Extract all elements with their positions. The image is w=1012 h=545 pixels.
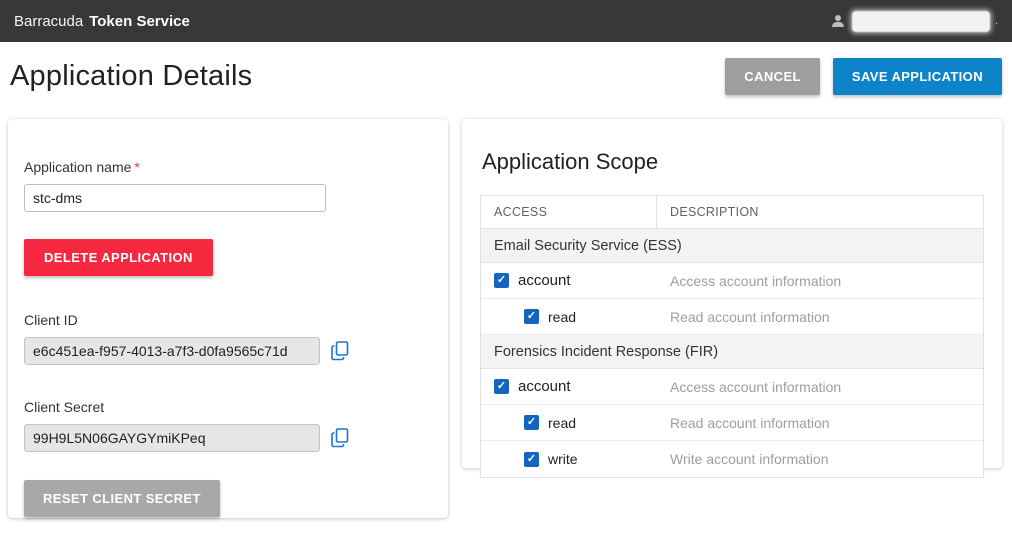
- scope-row-description: Access account information: [657, 273, 983, 289]
- scope-row-label: read: [548, 309, 576, 325]
- ess-read-checkbox[interactable]: [524, 309, 539, 324]
- page-title: Application Details: [10, 60, 252, 93]
- scope-row-fir-read: read Read account information: [481, 405, 983, 441]
- scope-row-description: Read account information: [657, 309, 983, 325]
- scope-row-access-cell: read: [481, 309, 657, 325]
- ess-account-checkbox[interactable]: [494, 273, 509, 288]
- cancel-button[interactable]: CANCEL: [725, 58, 820, 95]
- scope-row-description: Write account information: [657, 451, 983, 467]
- topbar-trailing-char: .: [995, 15, 998, 27]
- scope-row-ess-account: account Access account information: [481, 263, 983, 299]
- topbar: Barracuda Token Service .: [0, 0, 1012, 42]
- scope-row-access-cell: account: [481, 272, 657, 289]
- scope-row-label: write: [548, 451, 578, 467]
- scope-row-ess-read: read Read account information: [481, 299, 983, 335]
- client-secret-value: 99H9L5N06GAYGYmiKPeq: [24, 424, 320, 452]
- scope-group-fir: Forensics Incident Response (FIR): [481, 335, 983, 369]
- client-id-row: e6c451ea-f957-4013-a7f3-d0fa9565c71d: [24, 337, 432, 365]
- scope-row-description: Access account information: [657, 379, 983, 395]
- client-id-value: e6c451ea-f957-4013-a7f3-d0fa9565c71d: [24, 337, 320, 365]
- scope-row-fir-write: write Write account information: [481, 441, 983, 477]
- fir-account-checkbox[interactable]: [494, 379, 509, 394]
- copy-client-secret-icon[interactable]: [331, 428, 349, 448]
- header-actions: CANCEL SAVE APPLICATION: [725, 58, 1002, 95]
- application-name-label-text: Application name: [24, 159, 131, 175]
- application-name-input[interactable]: [24, 184, 326, 212]
- scope-row-label: read: [548, 415, 576, 431]
- scope-row-label: account: [518, 272, 571, 289]
- delete-application-button[interactable]: DELETE APPLICATION: [24, 239, 213, 276]
- reset-client-secret-button[interactable]: RESET CLIENT SECRET: [24, 480, 220, 517]
- user-name-redacted: [852, 11, 990, 32]
- scope-row-access-cell: write: [481, 451, 657, 467]
- save-application-button[interactable]: SAVE APPLICATION: [833, 58, 1002, 95]
- page-header: Application Details CANCEL SAVE APPLICAT…: [10, 58, 1002, 95]
- client-secret-label: Client Secret: [24, 399, 432, 415]
- user-menu[interactable]: .: [829, 11, 998, 32]
- scope-group-ess: Email Security Service (ESS): [481, 229, 983, 263]
- column-header-access: ACCESS: [481, 196, 657, 228]
- scope-table-header: ACCESS DESCRIPTION: [481, 196, 983, 229]
- application-scope-title: Application Scope: [482, 149, 984, 175]
- product-name: Token Service: [89, 13, 190, 30]
- scope-table: ACCESS DESCRIPTION Email Security Servic…: [480, 195, 984, 478]
- fir-write-checkbox[interactable]: [524, 452, 539, 467]
- copy-client-id-icon[interactable]: [331, 341, 349, 361]
- application-scope-card: Application Scope ACCESS DESCRIPTION Ema…: [462, 119, 1002, 468]
- person-icon: [829, 12, 847, 30]
- brand-name: Barracuda: [14, 13, 83, 30]
- scope-row-fir-account: account Access account information: [481, 369, 983, 405]
- fir-read-checkbox[interactable]: [524, 415, 539, 430]
- scope-row-access-cell: read: [481, 415, 657, 431]
- scope-row-description: Read account information: [657, 415, 983, 431]
- application-details-card: Application name* DELETE APPLICATION Cli…: [8, 119, 448, 518]
- required-asterisk: *: [134, 159, 139, 175]
- application-name-label: Application name*: [24, 159, 432, 175]
- scope-row-label: account: [518, 378, 571, 395]
- client-id-label: Client ID: [24, 312, 432, 328]
- column-header-description: DESCRIPTION: [657, 196, 983, 228]
- client-secret-row: 99H9L5N06GAYGYmiKPeq: [24, 424, 432, 452]
- scope-row-access-cell: account: [481, 378, 657, 395]
